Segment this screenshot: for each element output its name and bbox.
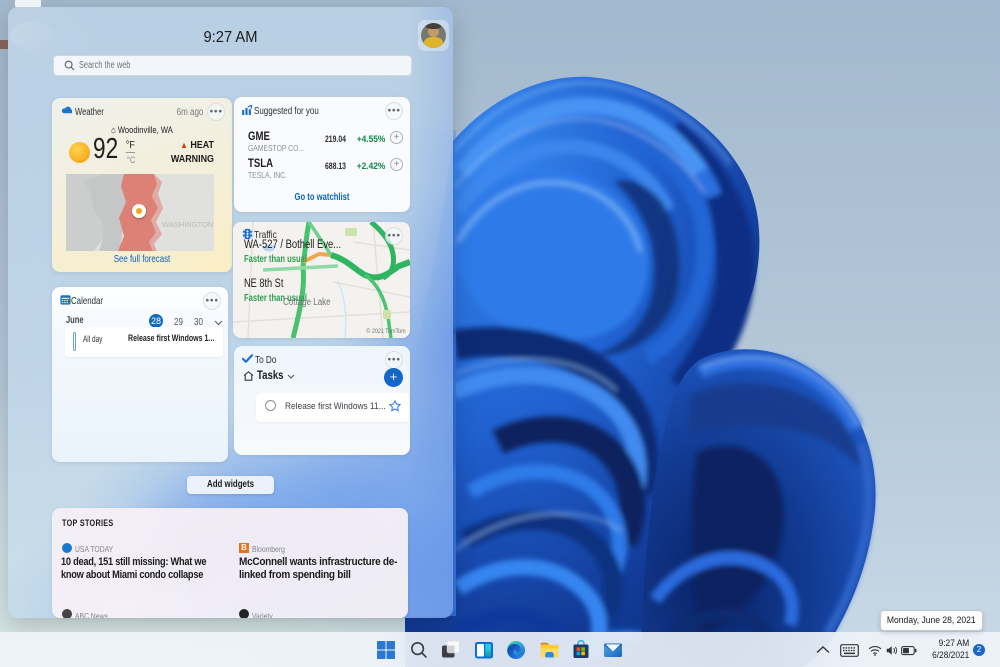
svg-text:WASHINGTON: WASHINGTON [162, 220, 213, 229]
